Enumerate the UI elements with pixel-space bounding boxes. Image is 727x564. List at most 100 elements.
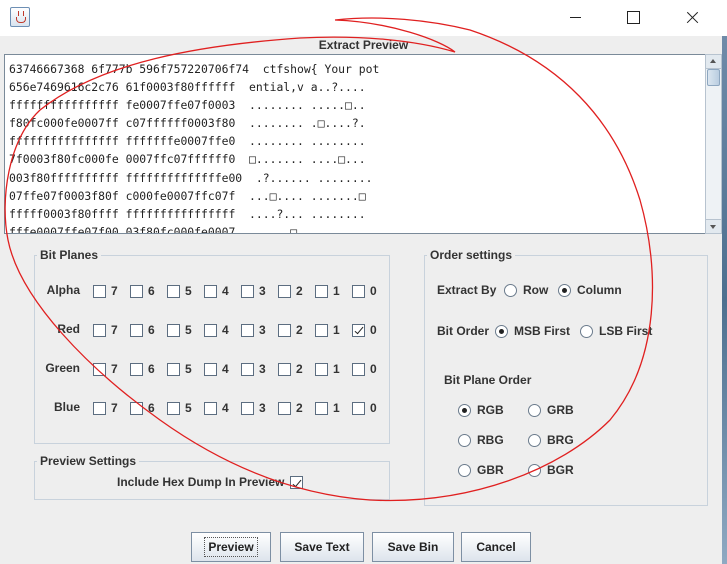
checkbox-box[interactable] xyxy=(352,362,365,376)
checkbox-box[interactable] xyxy=(204,401,217,415)
radio-circle[interactable] xyxy=(528,403,541,417)
close-window-button[interactable] xyxy=(668,0,714,34)
bit-blue-5-checkbox[interactable]: 5 xyxy=(167,401,192,415)
bit-green-5-checkbox[interactable]: 5 xyxy=(167,362,192,376)
plane-order-bgr-radio[interactable]: BGR xyxy=(528,463,574,477)
bit-alpha-2-checkbox[interactable]: 2 xyxy=(278,284,303,298)
checkbox-box[interactable] xyxy=(241,401,254,415)
bit-green-6-checkbox[interactable]: 6 xyxy=(130,362,155,376)
checkbox-box[interactable] xyxy=(278,284,291,298)
minimize-button[interactable] xyxy=(552,0,598,34)
checkbox-box[interactable] xyxy=(93,401,106,415)
lsb-first-label: LSB First xyxy=(599,324,653,338)
checkbox-box[interactable] xyxy=(315,401,328,415)
radio-circle[interactable] xyxy=(528,433,541,447)
bit-alpha-3-checkbox[interactable]: 3 xyxy=(241,284,266,298)
save-text-button[interactable]: Save Text xyxy=(280,532,364,562)
bit-red-7-checkbox[interactable]: 7 xyxy=(93,323,118,337)
checkbox-box[interactable] xyxy=(167,362,180,376)
lsb-first-radio[interactable]: LSB First xyxy=(580,324,652,338)
bit-green-1-checkbox[interactable]: 1 xyxy=(315,362,340,376)
plane-order-label: RBG xyxy=(477,433,504,447)
bit-green-0-checkbox[interactable]: 0 xyxy=(352,362,377,376)
plane-order-rgb-radio[interactable]: RGB xyxy=(458,403,504,417)
bit-alpha-1-checkbox[interactable]: 1 xyxy=(315,284,340,298)
preview-scrollbar[interactable] xyxy=(705,54,722,234)
checkbox-box[interactable] xyxy=(278,362,291,376)
checkbox-box[interactable] xyxy=(167,401,180,415)
bit-red-1-checkbox[interactable]: 1 xyxy=(315,323,340,337)
checkbox-box[interactable] xyxy=(241,362,254,376)
bit-green-7-checkbox[interactable]: 7 xyxy=(93,362,118,376)
bit-green-4-checkbox[interactable]: 4 xyxy=(204,362,229,376)
bit-blue-1-checkbox[interactable]: 1 xyxy=(315,401,340,415)
checkbox-box[interactable] xyxy=(93,284,106,298)
scrollbar-thumb[interactable] xyxy=(707,69,720,86)
checkbox-box[interactable] xyxy=(93,323,106,337)
bit-blue-3-checkbox[interactable]: 3 xyxy=(241,401,266,415)
bit-red-4-checkbox[interactable]: 4 xyxy=(204,323,229,337)
bit-red-6-checkbox[interactable]: 6 xyxy=(130,323,155,337)
radio-circle[interactable] xyxy=(528,463,541,477)
scroll-up-arrow-icon[interactable] xyxy=(706,55,721,69)
checkbox-box[interactable] xyxy=(278,401,291,415)
save-bin-button[interactable]: Save Bin xyxy=(372,532,454,562)
checkbox-box[interactable] xyxy=(204,362,217,376)
radio-circle[interactable] xyxy=(458,403,471,417)
bit-red-0-checkbox[interactable]: 0 xyxy=(352,323,377,337)
maximize-button[interactable] xyxy=(610,0,656,34)
msb-first-radio[interactable]: MSB First xyxy=(495,324,570,338)
bit-blue-2-checkbox[interactable]: 2 xyxy=(278,401,303,415)
bit-red-3-checkbox[interactable]: 3 xyxy=(241,323,266,337)
bit-green-2-checkbox[interactable]: 2 xyxy=(278,362,303,376)
radio-circle[interactable] xyxy=(458,433,471,447)
scroll-down-arrow-icon[interactable] xyxy=(706,219,721,233)
plane-order-grb-radio[interactable]: GRB xyxy=(528,403,574,417)
checkbox-box[interactable] xyxy=(352,401,365,415)
preview-button[interactable]: Preview xyxy=(191,532,271,562)
extract-by-column-radio[interactable]: Column xyxy=(558,283,622,297)
checkbox-box[interactable] xyxy=(241,323,254,337)
bit-alpha-5-checkbox[interactable]: 5 xyxy=(167,284,192,298)
extract-preview-text[interactable]: 63746667368 6f777b 596f757220706f74 ctfs… xyxy=(4,54,706,234)
radio-circle[interactable] xyxy=(504,283,517,297)
cancel-button[interactable]: Cancel xyxy=(461,532,531,562)
checkbox-box[interactable] xyxy=(204,323,217,337)
bit-blue-0-checkbox[interactable]: 0 xyxy=(352,401,377,415)
plane-order-gbr-radio[interactable]: GBR xyxy=(458,463,504,477)
bit-green-3-checkbox[interactable]: 3 xyxy=(241,362,266,376)
checkbox-box[interactable] xyxy=(167,323,180,337)
bit-blue-6-checkbox[interactable]: 6 xyxy=(130,401,155,415)
checkbox-box[interactable] xyxy=(130,362,143,376)
plane-order-rbg-radio[interactable]: RBG xyxy=(458,433,504,447)
hex-dump-checkbox[interactable] xyxy=(290,476,303,489)
checkbox-box[interactable] xyxy=(315,284,328,298)
checkbox-box[interactable] xyxy=(167,284,180,298)
checkbox-box[interactable] xyxy=(93,362,106,376)
checkbox-box[interactable] xyxy=(315,323,328,337)
checkbox-box[interactable] xyxy=(352,284,365,298)
bit-red-5-checkbox[interactable]: 5 xyxy=(167,323,192,337)
radio-circle[interactable] xyxy=(495,324,508,338)
checkbox-box[interactable] xyxy=(130,323,143,337)
radio-circle[interactable] xyxy=(458,463,471,477)
checkbox-box[interactable] xyxy=(315,362,328,376)
radio-circle[interactable] xyxy=(558,283,571,297)
checkbox-box[interactable] xyxy=(130,284,143,298)
plane-order-brg-radio[interactable]: BRG xyxy=(528,433,574,447)
bit-alpha-7-checkbox[interactable]: 7 xyxy=(93,284,118,298)
checkbox-box[interactable] xyxy=(352,323,365,337)
extract-by-row-radio[interactable]: Row xyxy=(504,283,548,297)
checkbox-box[interactable] xyxy=(130,401,143,415)
bit-alpha-0-checkbox[interactable]: 0 xyxy=(352,284,377,298)
plane-order-label: GRB xyxy=(547,403,574,417)
bit-alpha-4-checkbox[interactable]: 4 xyxy=(204,284,229,298)
checkbox-box[interactable] xyxy=(241,284,254,298)
checkbox-box[interactable] xyxy=(204,284,217,298)
checkbox-box[interactable] xyxy=(278,323,291,337)
bit-red-2-checkbox[interactable]: 2 xyxy=(278,323,303,337)
bit-alpha-6-checkbox[interactable]: 6 xyxy=(130,284,155,298)
radio-circle[interactable] xyxy=(580,324,593,338)
bit-blue-4-checkbox[interactable]: 4 xyxy=(204,401,229,415)
bit-blue-7-checkbox[interactable]: 7 xyxy=(93,401,118,415)
